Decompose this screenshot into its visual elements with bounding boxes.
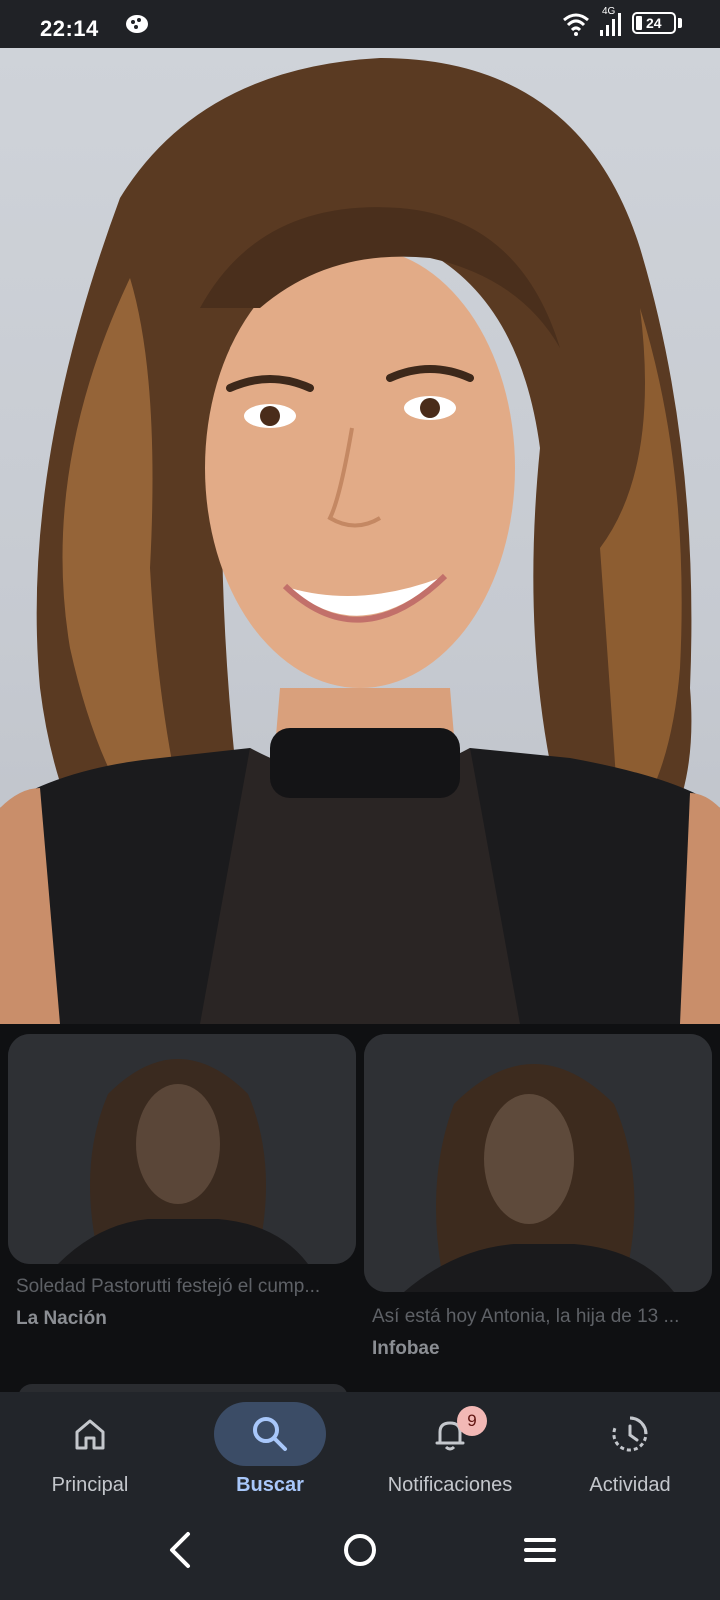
nav-item-principal[interactable]: Principal xyxy=(0,1392,180,1502)
back-button[interactable] xyxy=(150,1524,210,1576)
battery-level: 24 xyxy=(646,15,662,31)
chevron-left-icon xyxy=(170,1532,190,1568)
history-icon xyxy=(612,1416,648,1452)
home-icon xyxy=(75,1419,105,1450)
menu-icon xyxy=(524,1538,556,1562)
result-source: Infobae xyxy=(372,1338,440,1359)
search-results: Soledad Pastorutti festejó el cump... La… xyxy=(0,1024,720,1392)
nav-label: Buscar xyxy=(236,1474,304,1496)
nav-item-notificaciones[interactable]: 9 Notificaciones xyxy=(360,1392,540,1502)
nav-label: Notificaciones xyxy=(387,1474,513,1496)
result-caption[interactable]: Así está hoy Antonia, la hija de 13 ... xyxy=(372,1306,708,1328)
status-time: 22:14 xyxy=(40,16,99,41)
result-source: La Nación xyxy=(16,1308,107,1329)
nav-label: Actividad xyxy=(589,1474,671,1496)
recents-button[interactable] xyxy=(510,1524,570,1576)
portrait-thumbnail xyxy=(364,1034,712,1292)
result-thumbnail[interactable] xyxy=(364,1034,712,1292)
portrait-thumbnail xyxy=(8,1034,356,1264)
search-icon xyxy=(253,1417,287,1451)
portrait-photo xyxy=(0,58,720,1024)
app-notification-icon xyxy=(126,15,148,33)
wifi-icon xyxy=(563,13,589,36)
system-nav-bar xyxy=(0,1500,720,1600)
home-button[interactable] xyxy=(330,1524,390,1576)
result-caption[interactable]: Soledad Pastorutti festejó el cump... xyxy=(16,1276,352,1298)
status-bar: 22:14 4G 24 xyxy=(0,0,720,48)
circle-home-icon xyxy=(344,1534,376,1566)
battery-icon: 24 xyxy=(632,12,676,34)
nav-label: Principal xyxy=(51,1474,129,1496)
result-card[interactable]: Así está hoy Antonia, la hija de 13 ... … xyxy=(364,1034,712,1374)
nav-item-actividad[interactable]: Actividad xyxy=(540,1392,720,1502)
result-thumbnail[interactable] xyxy=(8,1034,356,1264)
bottom-nav: Principal Buscar 9 Notificaciones Activi… xyxy=(0,1392,720,1600)
result-card[interactable]: Soledad Pastorutti festejó el cump... La… xyxy=(8,1034,356,1344)
hero-image[interactable] xyxy=(0,48,720,1024)
nav-item-buscar[interactable]: Buscar xyxy=(180,1392,360,1502)
notification-badge: 9 xyxy=(457,1406,487,1436)
signal-icon xyxy=(600,13,621,36)
